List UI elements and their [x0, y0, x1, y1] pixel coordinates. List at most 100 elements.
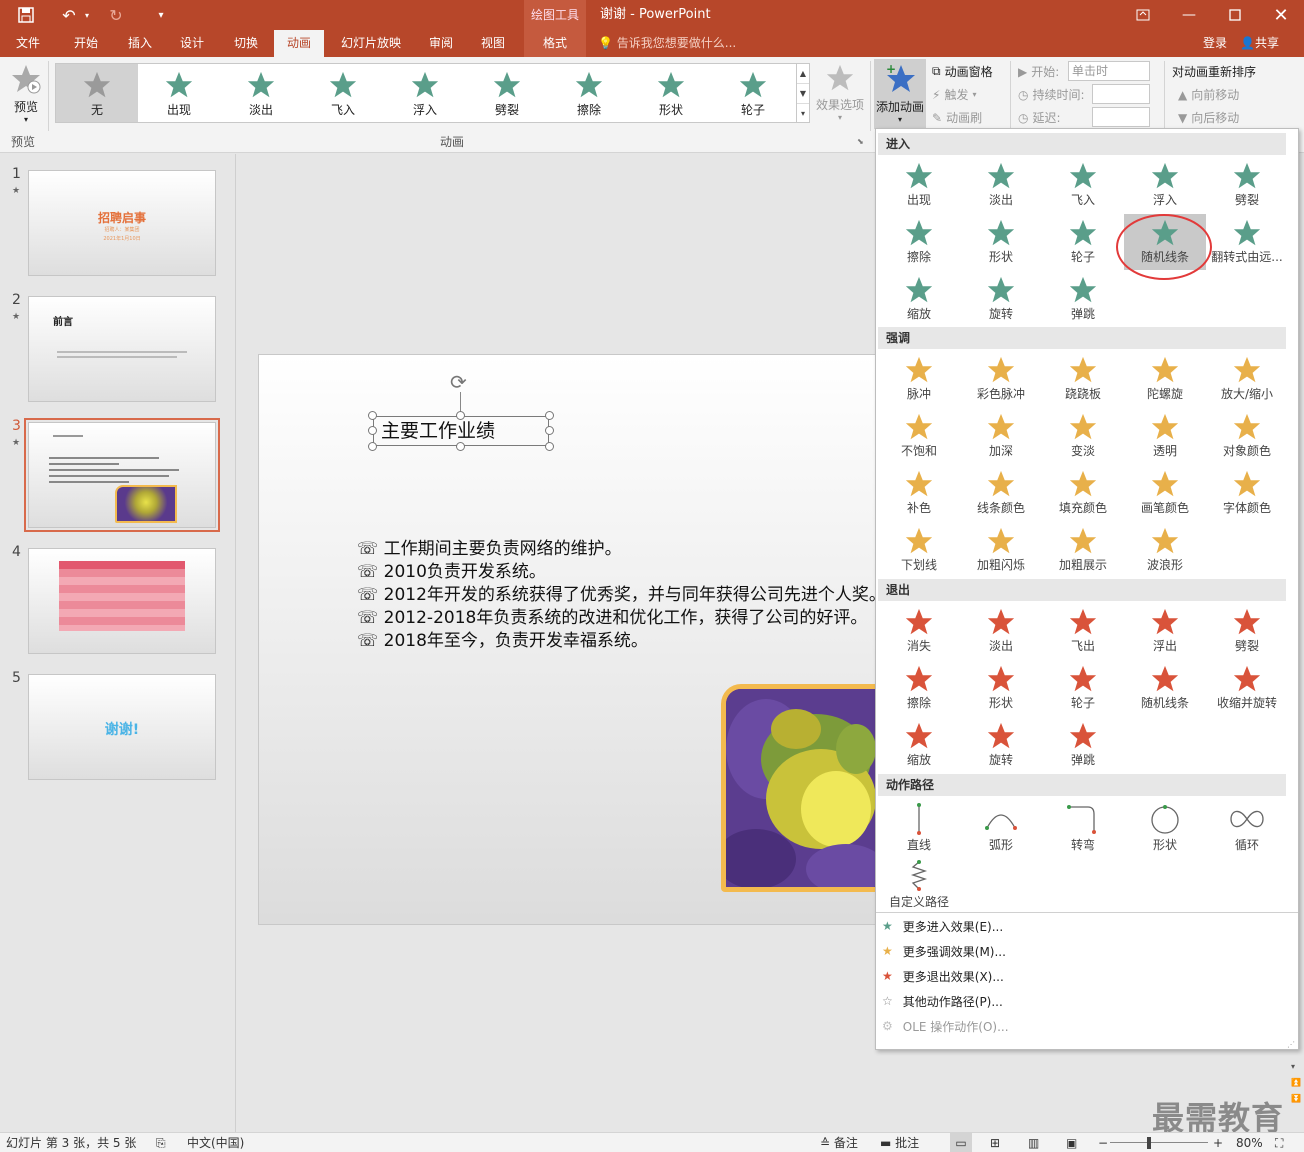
slide-thumbnail-3[interactable] — [24, 418, 220, 532]
gallery-down-icon[interactable]: ▼ — [797, 84, 809, 104]
slide-picture[interactable] — [721, 684, 891, 892]
emphasis-effect[interactable]: 线条颜色 — [960, 465, 1042, 521]
add-animation-button[interactable]: + 添加动画 ▾ — [874, 59, 926, 129]
next-slide-icon[interactable]: ⏬ — [1291, 1094, 1301, 1103]
gallery-up-icon[interactable]: ▲ — [797, 64, 809, 84]
zoom-level[interactable]: 80% — [1236, 1133, 1263, 1152]
rotate-handle-icon[interactable]: ⟳ — [450, 370, 467, 394]
maximize-icon[interactable] — [1212, 0, 1258, 30]
customize-qat-icon[interactable]: ▾ — [152, 0, 170, 30]
slideshow-view-icon[interactable]: ▣ — [1066, 1133, 1077, 1152]
slide-thumbnail-1[interactable]: 招聘启事 招聘人：某集团 2021年1月10日 — [28, 170, 216, 276]
reading-view-icon[interactable]: ▥ — [1028, 1133, 1039, 1152]
undo-dropdown-icon[interactable]: ▾ — [80, 0, 94, 30]
exit-effect[interactable]: 收缩并旋转 — [1206, 660, 1288, 716]
gallery-item[interactable]: 擦除 — [548, 64, 630, 122]
resize-handle[interactable] — [368, 442, 377, 451]
tab-insert[interactable]: 插入 — [116, 30, 164, 57]
gallery-item[interactable]: 淡出 — [220, 64, 302, 122]
zoom-slider-thumb[interactable] — [1147, 1137, 1151, 1149]
slide-bullet-list[interactable]: 工作期间主要负责网络的维护。 2010负责开发系统。 2012年开发的系统获得了… — [357, 538, 887, 653]
entrance-effect[interactable]: 翻转式由远... — [1206, 214, 1288, 270]
add-animation-dropdown[interactable]: 进入 强调 退出 动作路径 ★ 更多进入效果(E)... ★ 更多强调效果(M)..… — [875, 128, 1299, 1050]
entrance-effect[interactable]: 弹跳 — [1042, 271, 1124, 327]
gallery-item[interactable]: 劈裂 — [466, 64, 548, 122]
slide-sorter-icon[interactable]: ⊞ — [990, 1133, 1000, 1152]
emphasis-effect[interactable]: 字体颜色 — [1206, 465, 1288, 521]
more-motion-paths[interactable]: ☆ 其他动作路径(P)... — [882, 989, 1003, 1013]
exit-effect[interactable]: 随机线条 — [1124, 660, 1206, 716]
entrance-effect[interactable]: 形状 — [960, 214, 1042, 270]
slide-thumbnail-5[interactable]: 谢谢! — [28, 674, 216, 780]
scroll-down-icon[interactable]: ▾ — [1291, 1062, 1295, 1071]
emphasis-effect[interactable]: 脉冲 — [878, 351, 960, 407]
fit-slide-icon[interactable]: ⛶ — [1275, 1133, 1283, 1152]
comments-button[interactable]: ▬ 批注 — [880, 1133, 919, 1152]
emphasis-effect[interactable]: 加粗闪烁 — [960, 522, 1042, 578]
more-emphasis-effects[interactable]: ★ 更多强调效果(M)... — [882, 939, 1006, 963]
emphasis-effect[interactable]: 不饱和 — [878, 408, 960, 464]
more-exit-effects[interactable]: ★ 更多退出效果(X)... — [882, 964, 1004, 988]
tab-transitions[interactable]: 切换 — [222, 30, 270, 57]
spell-check-icon[interactable]: ⎘ — [156, 1133, 166, 1152]
resize-handle[interactable] — [368, 411, 377, 420]
gallery-item[interactable]: 浮入 — [384, 64, 466, 122]
save-icon[interactable] — [14, 0, 38, 30]
entrance-effect[interactable]: 擦除 — [878, 214, 960, 270]
emphasis-effect[interactable]: 透明 — [1124, 408, 1206, 464]
more-entrance-effects[interactable]: ★ 更多进入效果(E)... — [882, 914, 1003, 938]
editor-vertical-scrollbar[interactable]: ▾ ⏫ ⏬ — [1289, 1060, 1304, 1132]
zoom-out-icon[interactable]: − — [1098, 1133, 1108, 1152]
entrance-effect[interactable]: 劈裂 — [1206, 157, 1288, 213]
exit-effect[interactable]: 缩放 — [878, 717, 960, 773]
emphasis-effect[interactable]: 陀螺旋 — [1124, 351, 1206, 407]
entrance-effect[interactable]: 淡出 — [960, 157, 1042, 213]
tab-view[interactable]: 视图 — [470, 30, 516, 57]
preview-button[interactable]: 预览 ▾ — [8, 63, 44, 124]
animation-pane-button[interactable]: ⧉ 动画窗格 — [932, 63, 993, 80]
motion-path-effect[interactable]: 形状 — [1124, 798, 1206, 854]
emphasis-effect[interactable]: 下划线 — [878, 522, 960, 578]
emphasis-effect[interactable]: 加深 — [960, 408, 1042, 464]
motion-path-effect[interactable]: 转弯 — [1042, 798, 1124, 854]
dialog-launcher-icon[interactable]: ⬊ — [857, 137, 864, 146]
preview-dropdown-icon[interactable]: ▾ — [8, 115, 44, 124]
zoom-in-icon[interactable]: + — [1213, 1133, 1223, 1152]
slide-thumbnail-panel[interactable]: 1 ★ 招聘启事 招聘人：某集团 2021年1月10日 2 ★ 前言 3 ★ 4… — [0, 154, 236, 1132]
tab-animations[interactable]: 动画 — [274, 30, 324, 57]
entrance-effect[interactable]: 缩放 — [878, 271, 960, 327]
normal-view-icon[interactable]: ▭ — [950, 1133, 972, 1152]
gallery-item[interactable]: 出现 — [138, 64, 220, 122]
ribbon-display-options-icon[interactable] — [1120, 0, 1166, 30]
notes-button[interactable]: ≙ 备注 — [820, 1133, 858, 1152]
slide-thumbnail-2[interactable]: 前言 — [28, 296, 216, 402]
motion-path-effect[interactable]: 直线 — [878, 798, 960, 854]
exit-effect[interactable]: 轮子 — [1042, 660, 1124, 716]
resize-handle[interactable] — [456, 411, 465, 420]
previous-slide-icon[interactable]: ⏫ — [1291, 1078, 1301, 1087]
emphasis-effect[interactable]: 画笔颜色 — [1124, 465, 1206, 521]
language-indicator[interactable]: 中文(中国) — [187, 1133, 244, 1152]
tab-format[interactable]: 格式 — [524, 30, 586, 57]
motion-path-effect[interactable]: 自定义路径 — [878, 855, 960, 911]
undo-icon[interactable]: ↶ — [58, 0, 80, 30]
gallery-item[interactable]: 轮子 — [712, 64, 794, 122]
tab-home[interactable]: 开始 — [62, 30, 110, 57]
emphasis-effect[interactable]: 波浪形 — [1124, 522, 1206, 578]
resize-handle[interactable] — [368, 426, 377, 435]
emphasis-effect[interactable]: 放大/缩小 — [1206, 351, 1288, 407]
gallery-item[interactable]: 形状 — [630, 64, 712, 122]
login-link[interactable]: 登录 — [1203, 30, 1227, 57]
slide-thumbnail-4[interactable] — [28, 548, 216, 654]
resize-handle[interactable] — [545, 442, 554, 451]
gallery-more-icon[interactable]: ▾ — [797, 104, 809, 124]
resize-grip-icon[interactable]: ⋰ — [1287, 1040, 1295, 1049]
tab-design[interactable]: 设计 — [168, 30, 216, 57]
exit-effect[interactable]: 淡出 — [960, 603, 1042, 659]
entrance-effect[interactable]: 飞入 — [1042, 157, 1124, 213]
close-icon[interactable]: ✕ — [1258, 0, 1304, 30]
resize-handle[interactable] — [456, 442, 465, 451]
emphasis-effect[interactable]: 对象颜色 — [1206, 408, 1288, 464]
exit-effect[interactable]: 劈裂 — [1206, 603, 1288, 659]
share-button[interactable]: 👤共享 — [1240, 30, 1279, 57]
